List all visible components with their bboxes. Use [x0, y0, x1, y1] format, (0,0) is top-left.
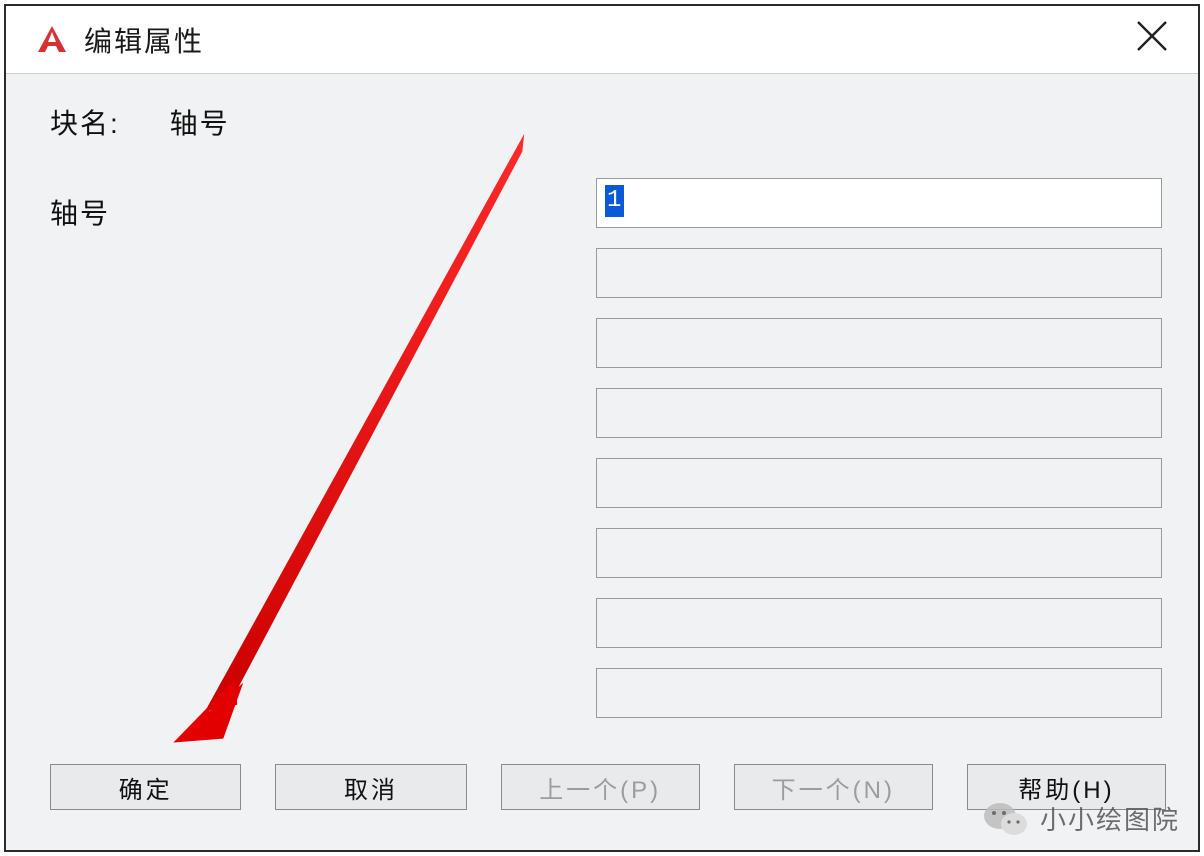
- attribute-input-4[interactable]: [596, 388, 1162, 438]
- watermark-text: 小小绘图院: [1040, 800, 1180, 837]
- titlebar: 编辑属性: [6, 6, 1198, 74]
- dialog-title: 编辑属性: [84, 20, 204, 60]
- attribute-input-5[interactable]: [596, 458, 1162, 508]
- watermark: 小小绘图院: [982, 798, 1180, 838]
- cancel-button[interactable]: 取消: [275, 764, 466, 810]
- next-button[interactable]: 下一个(N): [734, 764, 933, 810]
- wechat-icon: [982, 798, 1030, 838]
- attribute-input-8[interactable]: [596, 668, 1162, 718]
- previous-button[interactable]: 上一个(P): [501, 764, 700, 810]
- attribute-input-1[interactable]: 1: [596, 178, 1162, 228]
- block-name-label: 块名:: [50, 108, 120, 139]
- attribute-fields: 1: [596, 178, 1162, 738]
- dialog-body: 块名: 轴号 轴号 1 确定 取消 上一个(P) 下一个(N) 帮助(H): [6, 74, 1198, 850]
- attribute-value-selected: 1: [605, 185, 624, 217]
- attribute-input-6[interactable]: [596, 528, 1162, 578]
- attribute-input-3[interactable]: [596, 318, 1162, 368]
- attribute-input-2[interactable]: [596, 248, 1162, 298]
- close-icon[interactable]: [1132, 16, 1172, 56]
- attribute-input-7[interactable]: [596, 598, 1162, 648]
- block-name-value: 轴号: [170, 108, 230, 139]
- block-name-row: 块名: 轴号: [50, 102, 230, 142]
- attribute-label: 轴号: [50, 192, 110, 232]
- edit-attributes-dialog: 编辑属性 块名: 轴号 轴号 1 确定 取消: [4, 4, 1200, 852]
- ok-button[interactable]: 确定: [50, 764, 241, 810]
- autocad-icon: [34, 22, 70, 58]
